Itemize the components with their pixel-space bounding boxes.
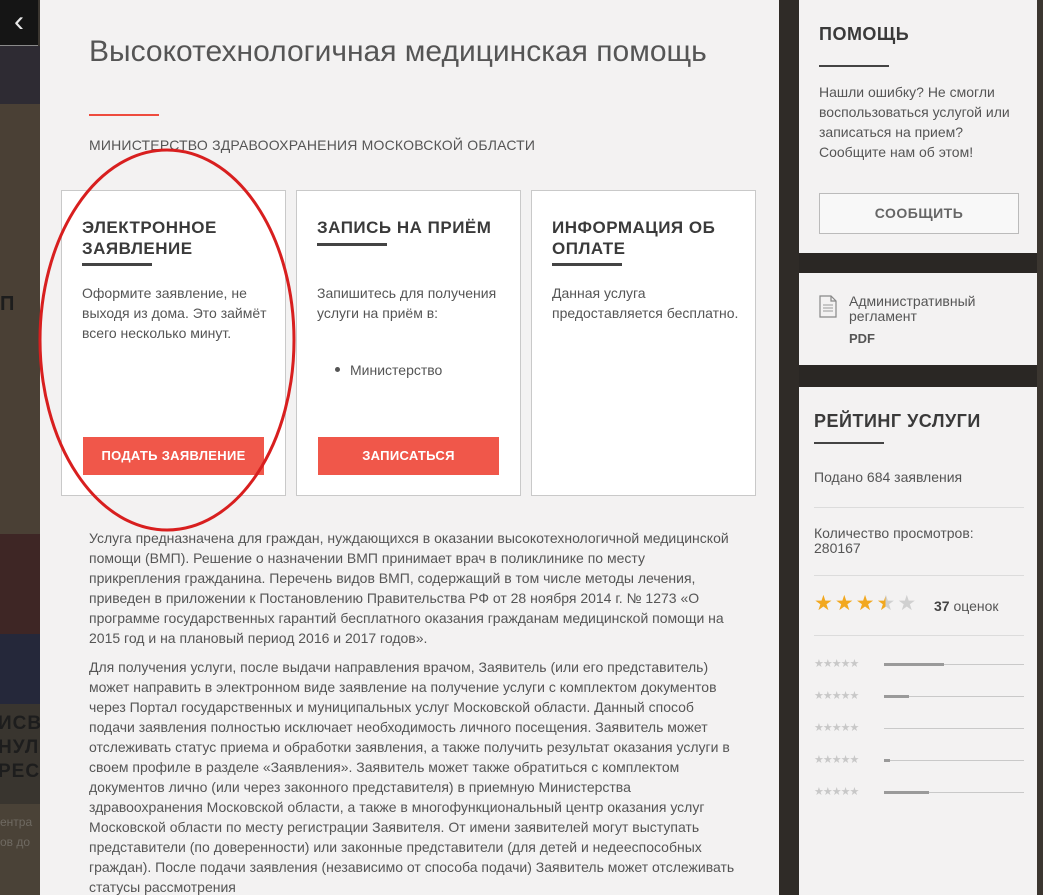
divider [814, 635, 1024, 636]
mini-stars-icon: ★★★★★ [814, 786, 859, 798]
card-appointment: ЗАПИСЬ НА ПРИЁМ Запишитесь для получения… [296, 190, 521, 496]
make-appointment-button[interactable]: ЗАПИСАТЬСЯ [318, 437, 499, 475]
card-title: ЗАПИСЬ НА ПРИЁМ [317, 218, 492, 237]
title-underline [89, 114, 159, 116]
description-paragraph: Для получения услуги, после выдачи напра… [89, 659, 735, 895]
background-text: ентра [0, 815, 33, 829]
card-text: Оформите заявление, не выходя из дома. Э… [82, 285, 267, 341]
help-underline [819, 65, 889, 67]
background-text: ов до [0, 835, 31, 849]
rating-distribution-row: ★★★★★ [814, 721, 1024, 735]
mini-stars-icon: ★★★★★ [814, 754, 859, 766]
card-underline [552, 263, 622, 266]
card-title: ЭЛЕКТРОННОЕ ЗАЯВЛЕНИЕ [82, 218, 217, 258]
list-item: Министерство [335, 362, 442, 378]
back-button[interactable]: ‹ [0, 0, 38, 46]
background-right-strip [1037, 0, 1043, 895]
distribution-bar-track [884, 791, 1024, 794]
votes-label: оценок [953, 598, 999, 614]
views-value: 280167 [814, 540, 861, 556]
regulation-title: Административный регламент [849, 293, 976, 324]
chevron-left-icon: ‹ [14, 5, 24, 38]
mini-stars-icon: ★★★★★ [814, 658, 859, 670]
card-underline [317, 243, 387, 246]
bullet-icon [335, 366, 340, 372]
rating-distribution-row: ★★★★★ [814, 657, 1024, 671]
rating-title: РЕЙТИНГ УСЛУГИ [814, 411, 981, 431]
help-title: ПОМОЩЬ [819, 24, 910, 44]
star-rating[interactable]: ★★★★★ [814, 593, 918, 614]
background-left-strip: П ИСВ НУЛ РЕСА ентра ов до [0, 0, 40, 895]
page-title: Высокотехнологичная медицинская помощь [89, 35, 707, 68]
card-electronic-application: ЭЛЕКТРОННОЕ ЗАЯВЛЕНИЕ Оформите заявление… [61, 190, 286, 496]
report-button[interactable]: СООБЩИТЬ [819, 193, 1019, 234]
card-text: Запишитесь для получения услуги на приём… [317, 285, 497, 321]
ministry-name: МИНИСТЕРСТВО ЗДРАВООХРАНЕНИЯ МОСКОВСКОЙ … [89, 137, 536, 153]
rating-panel: РЕЙТИНГ УСЛУГИ Подано 684 заявления Коли… [799, 387, 1037, 895]
list-item-label: Министерство [350, 362, 443, 378]
views-count: Количество просмотров: 280167 [814, 526, 1024, 556]
description-paragraph: Услуга предназначена для граждан, нуждаю… [89, 530, 729, 646]
mini-stars-icon: ★★★★★ [814, 690, 859, 702]
divider [814, 575, 1024, 576]
service-panel: Высокотехнологичная медицинская помощь М… [40, 0, 779, 895]
background-text: П [0, 293, 16, 315]
distribution-bar-track [884, 759, 1024, 762]
distribution-bar-fill [884, 695, 910, 698]
distribution-bar-fill [884, 791, 929, 794]
document-icon [819, 295, 837, 318]
background-text: ИСВ [0, 713, 40, 734]
distribution-bar-fill [884, 663, 945, 666]
background-text: НУЛ [0, 737, 40, 758]
views-label: Количество просмотров: [814, 525, 974, 541]
help-text: Нашли ошибку? Не смогли воспользоваться … [819, 84, 1010, 160]
star-icon[interactable]: ★ [897, 593, 916, 614]
card-title: ИНФОРМАЦИЯ ОБ ОПЛАТЕ [552, 218, 716, 258]
card-text: Данная услуга предоставляется бесплатно. [552, 285, 739, 321]
distribution-bar-track [884, 728, 1024, 729]
background-text: РЕСА [0, 761, 40, 782]
regulation-link[interactable]: Административный регламент PDF [799, 273, 1037, 365]
mini-stars-icon: ★★★★★ [814, 722, 859, 734]
distribution-bar-fill [884, 759, 890, 762]
submitted-count: Подано 684 заявления [814, 469, 963, 485]
star-icon[interactable]: ★ [814, 593, 833, 614]
rating-distribution-row: ★★★★★ [814, 785, 1024, 799]
card-underline [82, 263, 152, 266]
star-icon[interactable]: ★ [856, 593, 875, 614]
regulation-format: PDF [849, 331, 875, 346]
star-icon[interactable]: ★ [876, 593, 895, 614]
star-icon[interactable]: ★ [835, 593, 854, 614]
rating-distribution-row: ★★★★★ [814, 753, 1024, 767]
votes-number: 37 [934, 598, 950, 614]
background-gap [779, 0, 799, 895]
distribution-bar-track [884, 695, 1024, 698]
card-payment-info: ИНФОРМАЦИЯ ОБ ОПЛАТЕ Данная услуга предо… [531, 190, 756, 496]
votes-count: 37 оценок [934, 598, 999, 614]
distribution-bar-track [884, 663, 1024, 666]
rating-underline [814, 442, 884, 444]
submit-application-button[interactable]: ПОДАТЬ ЗАЯВЛЕНИЕ [83, 437, 264, 475]
divider [814, 507, 1024, 508]
help-panel: ПОМОЩЬ Нашли ошибку? Не смогли воспользо… [799, 0, 1037, 253]
rating-distribution-row: ★★★★★ [814, 689, 1024, 703]
